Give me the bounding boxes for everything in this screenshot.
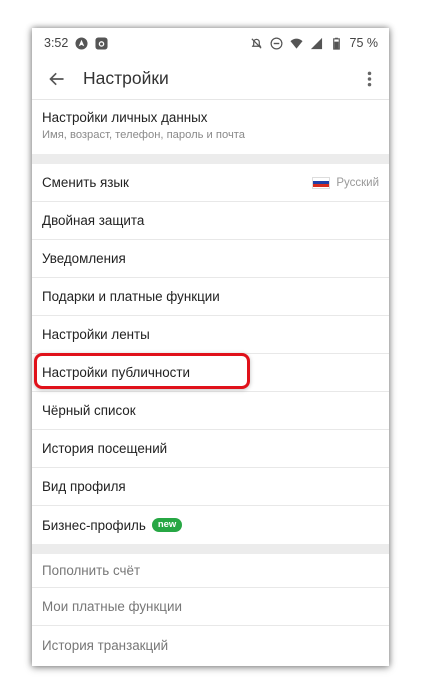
blacklist-item[interactable]: Чёрный список [32,392,389,430]
personal-data-subtitle: Имя, возраст, телефон, пароль и почта [42,129,245,141]
list-item-label: Уведомления [42,251,126,266]
section-separator [32,154,389,164]
wifi-icon [289,37,303,50]
visit-history-item[interactable]: История посещений [32,430,389,468]
app-bar: Настройки [32,58,389,100]
mute-icon [250,37,263,50]
list-item-label: Подарки и платные функции [42,289,220,304]
personal-data-label: Настройки личных данных [42,110,208,125]
list-item-label: Настройки ленты [42,327,150,342]
more-options-button[interactable] [361,68,377,90]
language-value: Русский [312,176,379,189]
list-item-label: История транзакций [42,637,169,653]
phone-screen: 3:52 75 % Настройки Настройки личных дан… [32,28,389,666]
russian-flag-icon [312,176,331,189]
signal-icon [310,37,323,50]
arrow-left-icon [49,72,64,85]
publicity-settings-item[interactable]: Настройки публичности [32,354,389,392]
transaction-history-item[interactable]: История транзакций [32,626,389,664]
list-item-label: Мои платные функции [42,599,182,614]
list-item-label: Пополнить счёт [42,563,141,578]
do-not-disturb-icon [270,37,283,50]
status-time: 3:52 [44,36,69,50]
top-up-balance-item[interactable]: Пополнить счёт [32,554,389,588]
language-value-text: Русский [336,176,379,189]
list-item-label: Бизнес-профиль [42,517,146,533]
page-title: Настройки [83,68,169,88]
camera-icon [95,36,108,50]
gifts-paid-features-item[interactable]: Подарки и платные функции [32,278,389,316]
two-factor-item[interactable]: Двойная защита [32,202,389,240]
battery-percent: 75 % [349,36,379,50]
notifications-item[interactable]: Уведомления [32,240,389,278]
new-badge: new [151,518,183,532]
navigation-icon [75,36,88,50]
change-language-item[interactable]: Сменить язык Русский [32,164,389,202]
back-button[interactable] [46,68,68,90]
profile-view-item[interactable]: Вид профиля [32,468,389,506]
battery-icon [330,37,343,50]
change-language-label: Сменить язык [42,175,129,190]
list-item-label: Чёрный список [42,403,136,418]
list-item-label: Двойная защита [42,213,145,228]
more-vertical-icon [367,71,371,86]
list-item-label: История посещений [42,441,168,456]
list-item-label: Вид профиля [42,479,126,494]
business-profile-item[interactable]: Бизнес-профиль new [32,506,389,544]
section-separator [32,544,389,554]
feed-settings-item[interactable]: Настройки ленты [32,316,389,354]
list-item-label: Настройки публичности [42,365,190,380]
personal-data-settings[interactable]: Настройки личных данных Имя, возраст, те… [32,100,389,154]
status-bar: 3:52 75 % [32,28,389,58]
my-paid-features-item[interactable]: Мои платные функции [32,588,389,626]
